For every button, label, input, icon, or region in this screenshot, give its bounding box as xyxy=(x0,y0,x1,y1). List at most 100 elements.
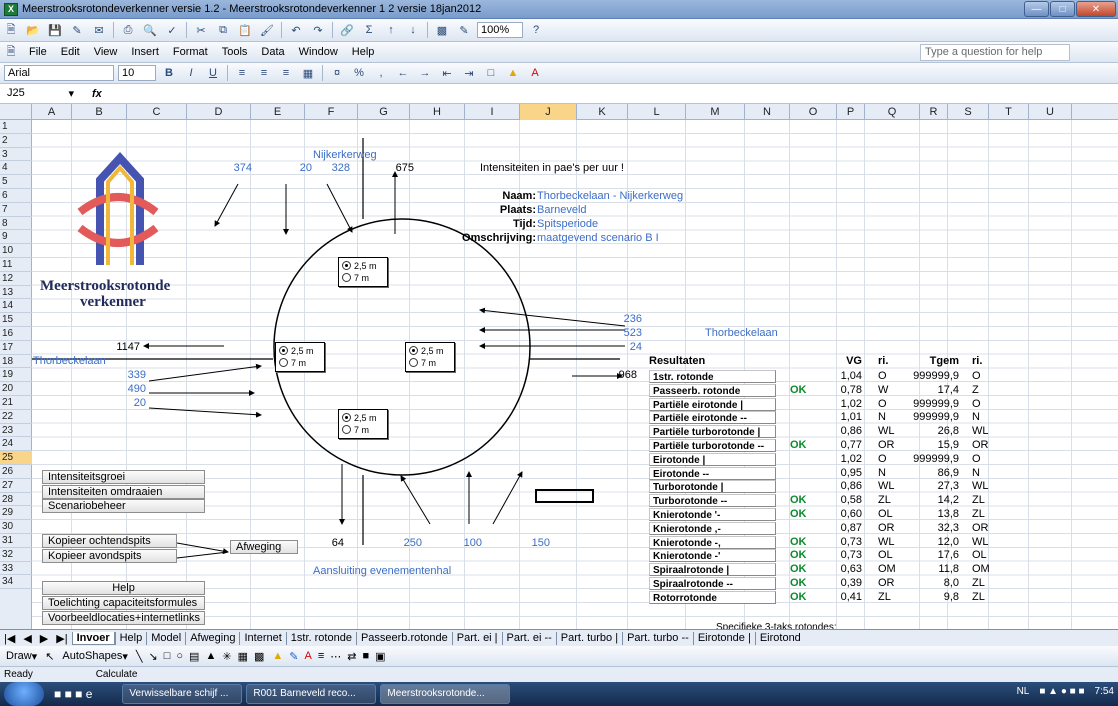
cell-area[interactable]: Meerstrooksrotonde verkenner Nijkerkerwe… xyxy=(32,120,1118,629)
cut-icon[interactable]: ✂ xyxy=(192,22,210,38)
row-header-3[interactable]: 3 xyxy=(0,148,32,162)
row-header-15[interactable]: 15 xyxy=(0,313,32,327)
afweging-button[interactable]: Afweging xyxy=(230,540,298,554)
active-cell-j25[interactable] xyxy=(535,489,594,503)
column-header-i[interactable]: I xyxy=(465,104,520,120)
autoshapes-menu[interactable]: AutoShapes xyxy=(62,650,122,662)
column-header-f[interactable]: F xyxy=(305,104,358,120)
font-select[interactable]: Arial xyxy=(4,65,114,81)
tab-nav-next-icon[interactable]: ▶ xyxy=(36,632,52,645)
menu-file[interactable]: File xyxy=(22,46,54,58)
column-header-g[interactable]: G xyxy=(358,104,410,120)
email-icon[interactable]: ✉ xyxy=(90,22,108,38)
decrease-decimal-icon[interactable]: → xyxy=(416,65,434,81)
select-objects-icon[interactable]: ↖ xyxy=(45,650,54,663)
column-header-t[interactable]: T xyxy=(989,104,1029,120)
menu-insert[interactable]: Insert xyxy=(124,46,166,58)
tab-nav-first-icon[interactable]: |◀ xyxy=(0,632,19,645)
arrow-style-icon[interactable]: ⇄ xyxy=(347,650,356,663)
tab-part-ei[interactable]: Part. ei | xyxy=(451,631,502,645)
radio-unchecked-icon[interactable] xyxy=(342,425,351,434)
radio-checked-icon[interactable] xyxy=(409,346,418,355)
italic-icon[interactable]: I xyxy=(182,65,200,81)
diagram-icon[interactable]: ✳ xyxy=(222,650,231,663)
row-header-13[interactable]: 13 xyxy=(0,286,32,300)
open-icon[interactable]: 📂 xyxy=(24,22,42,38)
menu-edit[interactable]: Edit xyxy=(54,46,87,58)
tab-afweging[interactable]: Afweging xyxy=(185,631,239,645)
tab-part-ei[interactable]: Part. ei -- xyxy=(501,631,556,645)
radio-checked-icon[interactable] xyxy=(342,261,351,270)
wordart-icon[interactable]: ▲ xyxy=(205,650,216,662)
maximize-button[interactable]: □ xyxy=(1050,1,1075,17)
align-center-icon[interactable]: ≡ xyxy=(255,65,273,81)
row-header-28[interactable]: 28 xyxy=(0,493,32,507)
toelichting-button[interactable]: Toelichting capaciteitsformules xyxy=(42,596,205,610)
row-header-16[interactable]: 16 xyxy=(0,327,32,341)
comma-icon[interactable]: , xyxy=(372,65,390,81)
shadow-icon[interactable]: ■ xyxy=(362,650,369,662)
arrow-icon[interactable]: ↘ xyxy=(149,650,158,663)
kopieer-avondspits-button[interactable]: Kopieer avondspits xyxy=(42,549,177,563)
menu-data[interactable]: Data xyxy=(254,46,291,58)
intensiteitsgroei-button[interactable]: Intensiteitsgroei xyxy=(42,470,205,484)
print-preview-icon[interactable]: 🔍 xyxy=(141,22,159,38)
menu-tools[interactable]: Tools xyxy=(215,46,255,58)
tab-1str-rotonde[interactable]: 1str. rotonde xyxy=(285,631,356,645)
document-icon[interactable]: 🗎 xyxy=(2,44,20,60)
row-header-24[interactable]: 24 xyxy=(0,437,32,452)
merge-icon[interactable]: ▦ xyxy=(299,65,317,81)
increase-decimal-icon[interactable]: ← xyxy=(394,65,412,81)
column-header-k[interactable]: K xyxy=(577,104,628,120)
picture-icon[interactable]: ▩ xyxy=(254,650,264,663)
row-header-18[interactable]: 18 xyxy=(0,355,32,369)
clipart-icon[interactable]: ▦ xyxy=(238,650,248,663)
font-size-select[interactable]: 10 xyxy=(118,65,156,81)
tab-passeerb-rotonde[interactable]: Passeerb.rotonde xyxy=(355,631,452,645)
bold-icon[interactable]: B xyxy=(160,65,178,81)
tab-part-turbo[interactable]: Part. turbo -- xyxy=(622,631,693,645)
row-header-2[interactable]: 2 xyxy=(0,134,32,148)
lane-width-west[interactable]: 2,5 m 7 m xyxy=(275,342,325,372)
column-header-o[interactable]: O xyxy=(790,104,837,120)
row-header-22[interactable]: 22 xyxy=(0,410,32,424)
copy-icon[interactable]: ⧉ xyxy=(214,22,232,38)
row-header-23[interactable]: 23 xyxy=(0,424,32,438)
fill-color-icon[interactable]: ▲ xyxy=(504,65,522,81)
menu-format[interactable]: Format xyxy=(166,46,215,58)
row-header-19[interactable]: 19 xyxy=(0,368,32,383)
row-header-8[interactable]: 8 xyxy=(0,217,32,231)
column-header-d[interactable]: D xyxy=(187,104,251,120)
tab-model[interactable]: Model xyxy=(146,631,185,645)
zoom-select[interactable]: 100% xyxy=(477,22,523,38)
row-header-12[interactable]: 12 xyxy=(0,272,32,286)
line-icon[interactable]: ╲ xyxy=(136,650,143,663)
lane-width-east[interactable]: 2,5 m 7 m xyxy=(405,342,455,372)
chart-wizard-icon[interactable]: ▩ xyxy=(433,22,451,38)
hyperlink-icon[interactable]: 🔗 xyxy=(338,22,356,38)
tab-eirotond[interactable]: Eirotond xyxy=(754,631,805,645)
column-header-e[interactable]: E xyxy=(251,104,305,120)
column-header-n[interactable]: N xyxy=(745,104,790,120)
decrease-indent-icon[interactable]: ⇤ xyxy=(438,65,456,81)
font-color-icon[interactable]: A xyxy=(304,650,311,662)
column-header-h[interactable]: H xyxy=(410,104,465,120)
tab-part-turbo[interactable]: Part. turbo | xyxy=(555,631,622,645)
row-header-17[interactable]: 17 xyxy=(0,341,32,355)
column-header-a[interactable]: A xyxy=(32,104,72,120)
undo-icon[interactable]: ↶ xyxy=(287,22,305,38)
tab-eirotonde[interactable]: Eirotonde | xyxy=(692,631,755,645)
drawing-icon[interactable]: ✎ xyxy=(455,22,473,38)
print-icon[interactable]: ⎙ xyxy=(119,22,137,38)
row-header-33[interactable]: 33 xyxy=(0,562,32,576)
help-search-input[interactable]: Type a question for help xyxy=(920,44,1070,61)
tab-help[interactable]: Help xyxy=(114,631,147,645)
row-header-14[interactable]: 14 xyxy=(0,299,32,314)
draw-menu[interactable]: Draw xyxy=(6,650,32,662)
row-header-9[interactable]: 9 xyxy=(0,230,32,245)
menu-window[interactable]: Window xyxy=(292,46,345,58)
intensiteiten-omdraaien-button[interactable]: Intensiteiten omdraaien xyxy=(42,485,205,499)
help-icon[interactable]: ? xyxy=(527,22,545,38)
column-header-c[interactable]: C xyxy=(127,104,187,120)
menu-view[interactable]: View xyxy=(87,46,125,58)
